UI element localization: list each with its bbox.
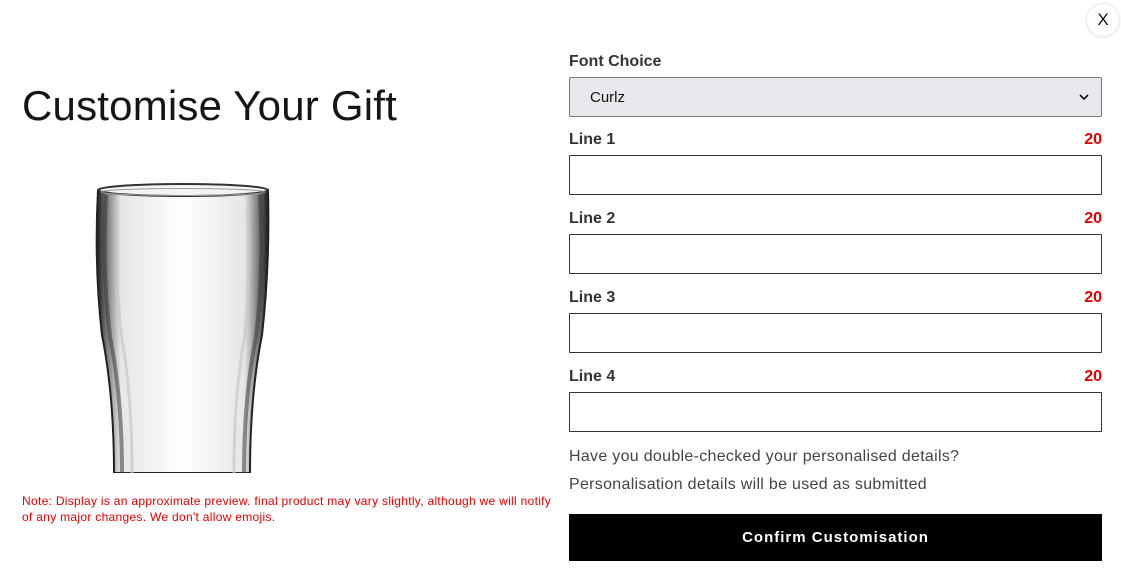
line-2-char-counter: 20 (1084, 210, 1102, 227)
font-choice-label: Font Choice (569, 53, 662, 70)
line-4-label: Line 4 (569, 368, 616, 385)
double-check-question: Have you double-checked your personalise… (569, 448, 960, 465)
pint-glass-icon (95, 183, 270, 473)
line-4-label-row: Line 4 20 (569, 368, 1102, 386)
line-1-input[interactable] (569, 155, 1102, 195)
line-3-char-counter: 20 (1084, 289, 1102, 306)
line-2-input[interactable] (569, 234, 1102, 274)
line-2-label: Line 2 (569, 210, 616, 227)
font-choice-label-row: Font Choice (569, 53, 1102, 71)
font-choice-value: Curlz (590, 88, 626, 106)
line-2-label-row: Line 2 20 (569, 210, 1102, 228)
confirm-customisation-button[interactable]: Confirm Customisation (569, 514, 1102, 561)
glass-preview-image (22, 165, 342, 473)
font-choice-select[interactable]: Curlz (569, 77, 1102, 117)
line-4-input[interactable] (569, 392, 1102, 432)
line-3-label-row: Line 3 20 (569, 289, 1102, 307)
line-4-char-counter: 20 (1084, 368, 1102, 385)
close-button[interactable]: X (1086, 3, 1120, 37)
line-3-input[interactable] (569, 313, 1102, 353)
line-3-label: Line 3 (569, 289, 616, 306)
preview-disclaimer-note: Note: Display is an approximate preview.… (22, 494, 552, 524)
chevron-down-icon (1079, 94, 1089, 101)
line-1-label-row: Line 1 20 (569, 131, 1102, 149)
line-1-char-counter: 20 (1084, 131, 1102, 148)
line-1-label: Line 1 (569, 131, 616, 148)
submission-notice: Personalisation details will be used as … (569, 476, 927, 493)
customise-gift-modal: X Customise Your Gift Note: Display is a… (0, 0, 1121, 582)
page-title: Customise Your Gift (22, 82, 397, 129)
close-icon: X (1097, 10, 1109, 29)
